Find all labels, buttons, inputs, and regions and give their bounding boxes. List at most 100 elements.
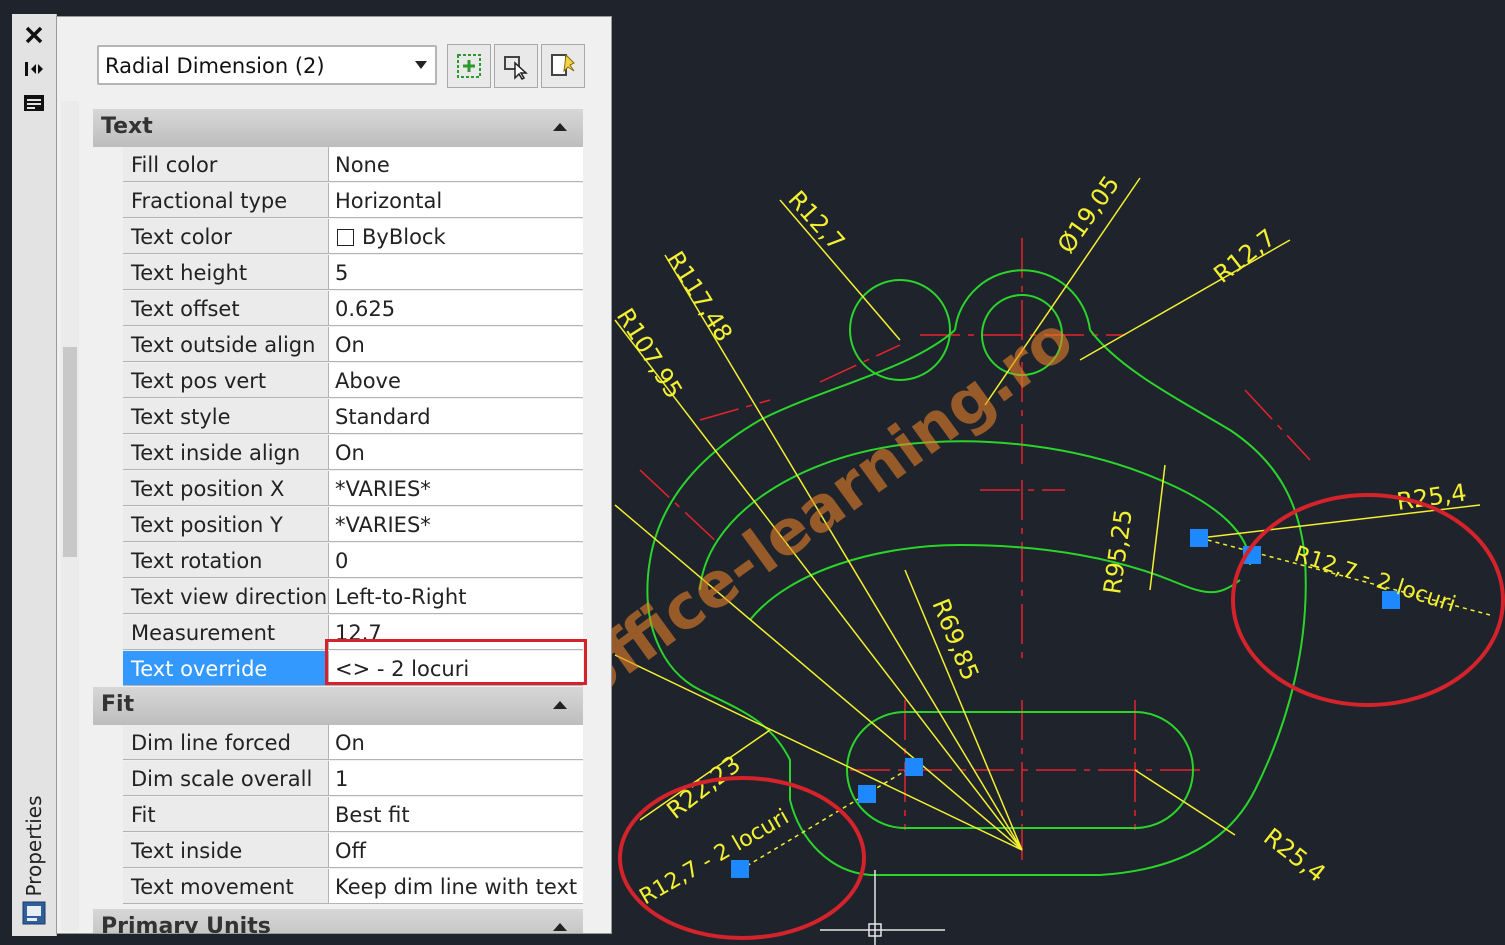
- property-value[interactable]: On: [329, 435, 583, 470]
- quick-select-icon: [551, 53, 575, 76]
- section-title: Text: [101, 114, 153, 139]
- properties-palette: Properties Radial Dimension (2) Text Fil…: [12, 14, 612, 936]
- property-value[interactable]: 5: [329, 255, 583, 290]
- property-row[interactable]: Text inside align On: [93, 435, 583, 471]
- property-row[interactable]: Dim line forced On: [93, 725, 583, 761]
- property-value-text: On: [335, 441, 365, 465]
- property-row[interactable]: Text height 5: [93, 255, 583, 291]
- property-row[interactable]: Text movement Keep dim line with text: [93, 869, 583, 905]
- property-value[interactable]: Left-to-Right: [329, 579, 583, 614]
- grip[interactable]: [1190, 529, 1208, 547]
- section-title: Fit: [101, 692, 135, 717]
- collapse-arrow-icon[interactable]: [553, 123, 567, 131]
- property-value-text: Horizontal: [335, 189, 443, 213]
- palette-title: Properties: [22, 795, 46, 897]
- property-row[interactable]: Fill color None: [93, 147, 583, 183]
- property-value[interactable]: Standard: [329, 399, 583, 434]
- property-row[interactable]: Text pos vert Above: [93, 363, 583, 399]
- property-row[interactable]: Text offset 0.625: [93, 291, 583, 327]
- property-value-text: On: [335, 731, 365, 755]
- property-row[interactable]: Text inside Off: [93, 833, 583, 869]
- property-value-text: On: [335, 333, 365, 357]
- property-value[interactable]: *VARIES*: [329, 471, 583, 506]
- property-value-text: 0: [335, 549, 349, 573]
- scrollbar-thumb[interactable]: [63, 347, 77, 557]
- property-value[interactable]: Horizontal: [329, 183, 583, 218]
- property-name: Text inside: [123, 833, 329, 868]
- quick-select-button[interactable]: [541, 44, 585, 88]
- property-value[interactable]: On: [329, 725, 583, 760]
- property-name: Text inside align: [123, 435, 329, 470]
- property-name: Fill color: [123, 147, 329, 182]
- property-name: Text color: [123, 219, 329, 254]
- property-value[interactable]: Keep dim line with text: [329, 869, 583, 904]
- object-type-value: Radial Dimension (2): [105, 54, 325, 78]
- property-value[interactable]: 0.625: [329, 291, 583, 326]
- property-name: Text view direction: [123, 579, 329, 614]
- property-name: Text position Y: [123, 507, 329, 542]
- property-value[interactable]: None: [329, 147, 583, 182]
- property-name: Text height: [123, 255, 329, 290]
- object-type-dropdown[interactable]: Radial Dimension (2): [97, 45, 437, 85]
- property-value-text: 5: [335, 261, 349, 285]
- color-swatch: [337, 229, 354, 246]
- toggle-pickadd-button[interactable]: [447, 44, 491, 88]
- property-value[interactable]: ByBlock: [329, 219, 583, 254]
- property-row[interactable]: Text style Standard: [93, 399, 583, 435]
- properties-menu-icon[interactable]: [21, 90, 47, 116]
- close-icon[interactable]: [21, 22, 47, 48]
- grip[interactable]: [858, 785, 876, 803]
- property-row[interactable]: Fit Best fit: [93, 797, 583, 833]
- grip[interactable]: [905, 758, 923, 776]
- collapse-arrow-icon[interactable]: [553, 923, 567, 931]
- property-row[interactable]: Text position X *VARIES*: [93, 471, 583, 507]
- vertical-scrollbar[interactable]: [61, 101, 79, 931]
- property-name: Text outside align: [123, 327, 329, 362]
- property-row[interactable]: Text color ByBlock: [93, 219, 583, 255]
- property-value[interactable]: 1: [329, 761, 583, 796]
- property-value-text: Keep dim line with text: [335, 875, 578, 899]
- autohide-icon[interactable]: [21, 56, 47, 82]
- properties-panel: Radial Dimension (2) Text Fill color Non…: [56, 16, 612, 934]
- property-value-text: Standard: [335, 405, 431, 429]
- property-value[interactable]: Best fit: [329, 797, 583, 832]
- property-value-text: ByBlock: [362, 225, 446, 249]
- property-name: Text position X: [123, 471, 329, 506]
- property-value-text: Off: [335, 839, 366, 863]
- chevron-down-icon: [415, 61, 427, 69]
- toggle-pickadd-icon: [457, 54, 481, 78]
- property-name: Measurement: [123, 615, 329, 650]
- property-value-text: Left-to-Right: [335, 585, 467, 609]
- property-row[interactable]: Text view direction Left-to-Right: [93, 579, 583, 615]
- property-value[interactable]: 0: [329, 543, 583, 578]
- grip[interactable]: [731, 860, 749, 878]
- property-value[interactable]: Off: [329, 833, 583, 868]
- property-row[interactable]: Fractional type Horizontal: [93, 183, 583, 219]
- property-value-text: *VARIES*: [335, 513, 431, 537]
- select-objects-button[interactable]: [494, 44, 538, 88]
- property-name: Dim scale overall: [123, 761, 329, 796]
- property-name: Fit: [123, 797, 329, 832]
- property-name: Text movement: [123, 869, 329, 904]
- palette-title-strip: Properties: [12, 14, 57, 936]
- property-row[interactable]: Dim scale overall 1: [93, 761, 583, 797]
- select-objects-icon: [504, 56, 528, 80]
- property-row[interactable]: Text outside align On: [93, 327, 583, 363]
- section-header-fit[interactable]: Fit: [93, 687, 583, 726]
- highlight-box: [325, 639, 587, 685]
- property-name: Text style: [123, 399, 329, 434]
- property-name: Dim line forced: [123, 725, 329, 760]
- property-name: Text rotation: [123, 543, 329, 578]
- property-row[interactable]: Text position Y *VARIES*: [93, 507, 583, 543]
- property-value-text: *VARIES*: [335, 477, 431, 501]
- property-value[interactable]: *VARIES*: [329, 507, 583, 542]
- palette-tab-icon[interactable]: [21, 900, 47, 926]
- section-header-primary-units[interactable]: Primary Units: [93, 909, 583, 933]
- property-row[interactable]: Text rotation 0: [93, 543, 583, 579]
- property-value[interactable]: Above: [329, 363, 583, 398]
- property-name: Fractional type: [123, 183, 329, 218]
- collapse-arrow-icon[interactable]: [553, 701, 567, 709]
- property-value[interactable]: On: [329, 327, 583, 362]
- property-value-text: None: [335, 153, 390, 177]
- section-header-text[interactable]: Text: [93, 109, 583, 148]
